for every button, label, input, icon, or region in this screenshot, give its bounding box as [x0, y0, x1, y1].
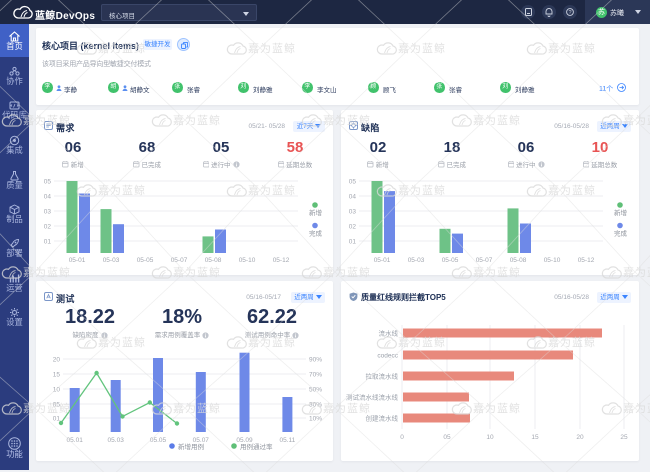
svg-text:03: 03 — [44, 209, 52, 216]
svg-text:20: 20 — [53, 357, 61, 364]
svg-text:05-05: 05-05 — [137, 257, 154, 264]
svg-text:15: 15 — [531, 434, 539, 441]
svg-text:用例通过率: 用例通过率 — [240, 442, 273, 451]
svg-text:05.01: 05.01 — [67, 437, 84, 444]
svg-text:05-07: 05-07 — [476, 257, 493, 264]
svg-text:01: 01 — [44, 239, 52, 246]
svg-text:05-03: 05-03 — [103, 257, 120, 264]
svg-text:01: 01 — [53, 416, 61, 423]
svg-text:30%: 30% — [309, 402, 322, 409]
svg-text:10: 10 — [486, 434, 494, 441]
svg-text:流水线: 流水线 — [379, 329, 399, 338]
svg-text:25: 25 — [620, 434, 628, 441]
svg-text:05-12: 05-12 — [273, 257, 290, 264]
svg-text:新增用例: 新增用例 — [178, 442, 204, 451]
svg-text:05-01: 05-01 — [374, 257, 391, 264]
svg-text:20: 20 — [576, 434, 584, 441]
svg-text:05-12: 05-12 — [578, 257, 595, 264]
svg-text:创建流水线: 创建流水线 — [366, 414, 399, 423]
svg-text:测试流水线流水线: 测试流水线流水线 — [346, 393, 399, 402]
svg-text:02: 02 — [349, 224, 357, 231]
svg-text:05-05: 05-05 — [442, 257, 459, 264]
svg-text:0: 0 — [400, 434, 404, 441]
svg-text:完成: 完成 — [309, 229, 323, 238]
svg-text:05-08: 05-08 — [510, 257, 527, 264]
svg-text:04: 04 — [349, 194, 357, 201]
svg-text:04: 04 — [44, 194, 52, 201]
svg-text:05.09: 05.09 — [236, 437, 253, 444]
svg-text:05-03: 05-03 — [408, 257, 425, 264]
svg-text:15: 15 — [53, 372, 61, 379]
svg-text:90%: 90% — [309, 357, 322, 364]
svg-text:拉取流水线: 拉取流水线 — [366, 372, 399, 381]
svg-text:01: 01 — [349, 239, 357, 246]
svg-text:05-07: 05-07 — [171, 257, 188, 264]
svg-text:03: 03 — [349, 209, 357, 216]
svg-text:05-10: 05-10 — [544, 257, 561, 264]
svg-text:05.05: 05.05 — [150, 437, 167, 444]
svg-text:05: 05 — [443, 434, 451, 441]
svg-text:05: 05 — [44, 179, 52, 186]
svg-text:05-08: 05-08 — [205, 257, 222, 264]
svg-text:50%: 50% — [309, 387, 322, 394]
svg-text:完成: 完成 — [614, 229, 628, 238]
svg-text:05.03: 05.03 — [108, 437, 125, 444]
svg-text:70%: 70% — [309, 372, 322, 379]
svg-text:10%: 10% — [309, 416, 322, 423]
svg-text:05-10: 05-10 — [239, 257, 256, 264]
svg-text:新增: 新增 — [614, 208, 627, 217]
svg-text:05: 05 — [53, 402, 61, 409]
svg-text:新增: 新增 — [309, 208, 322, 217]
svg-text:05: 05 — [349, 179, 357, 186]
svg-text:02: 02 — [44, 224, 52, 231]
svg-text:10: 10 — [53, 387, 61, 394]
svg-text:codecc: codecc — [377, 353, 398, 360]
svg-text:?: ? — [568, 10, 571, 16]
svg-text:05.07: 05.07 — [193, 437, 210, 444]
svg-text:05-01: 05-01 — [69, 257, 86, 264]
svg-text:05.11: 05.11 — [280, 437, 296, 444]
